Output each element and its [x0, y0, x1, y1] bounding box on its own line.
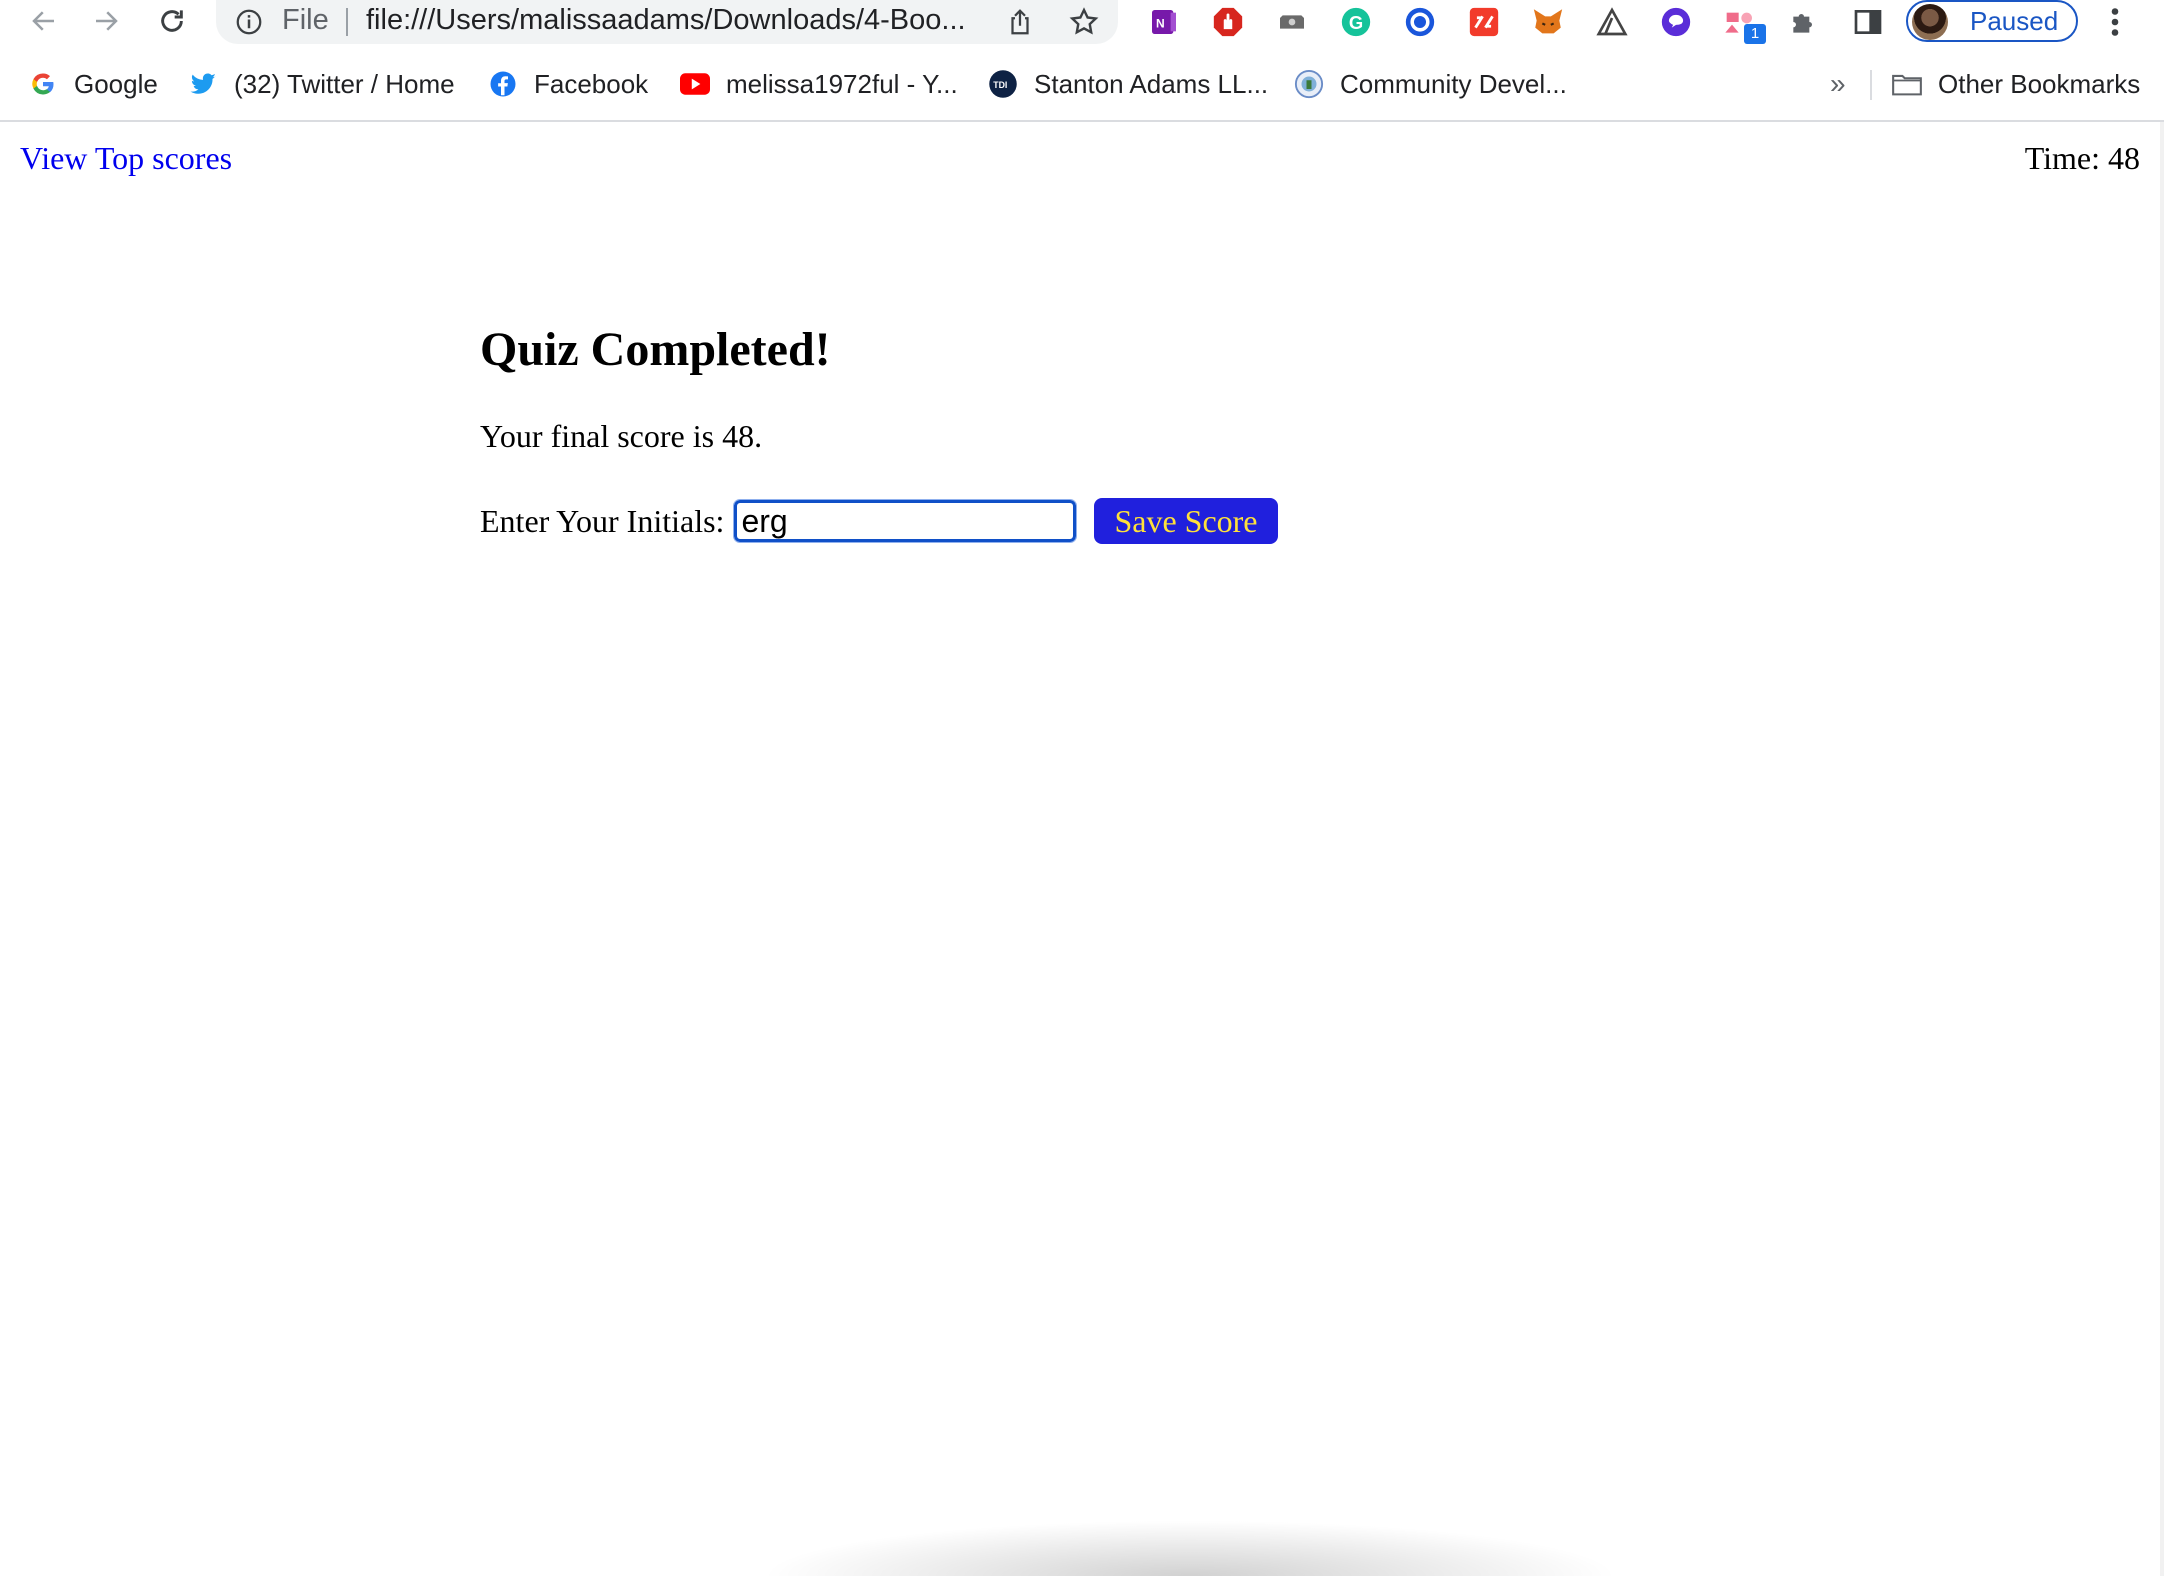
- profile-button[interactable]: Paused: [1906, 0, 2078, 42]
- circle-target-icon: [1405, 7, 1435, 37]
- save-score-form: Enter Your Initials: Save Score: [480, 498, 1278, 544]
- extension-pdf-sign[interactable]: [1464, 2, 1504, 42]
- back-button[interactable]: [22, 2, 66, 40]
- sidepanel-icon: [1854, 10, 1882, 34]
- svg-text:G: G: [1349, 12, 1363, 33]
- bookmark-label: Facebook: [534, 68, 649, 99]
- facebook-icon: [488, 69, 518, 99]
- more-menu-icon[interactable]: [2100, 4, 2130, 40]
- side-panel-button[interactable]: [1848, 2, 1888, 42]
- page-content: View Top scores Time: 48 Quiz Completed!…: [0, 122, 2160, 1576]
- extension-mountain[interactable]: [1592, 2, 1632, 42]
- grammarly-icon: G: [1341, 7, 1371, 37]
- reload-button[interactable]: [150, 2, 194, 40]
- pdf-sign-icon: [1469, 7, 1499, 37]
- extension-chat[interactable]: [1656, 2, 1696, 42]
- extension-onenote[interactable]: N: [1144, 2, 1184, 42]
- address-bar[interactable]: File file:///Users/malissaadams/Download…: [216, 0, 1118, 44]
- bookmarks-overflow-button[interactable]: »: [1830, 60, 1846, 108]
- arrow-right-icon: [96, 11, 118, 31]
- bookmark-label: melissa1972ful - Y...: [726, 68, 958, 99]
- adblock-icon: [1213, 7, 1243, 37]
- scheme-label: File: [282, 4, 329, 36]
- bookmark-facebook[interactable]: Facebook: [488, 60, 648, 108]
- browser-toolbar: File file:///Users/malissaadams/Download…: [0, 0, 2164, 48]
- tdi-icon: TDI: [988, 69, 1018, 99]
- star-icon: [1069, 7, 1099, 35]
- extensions-menu-button[interactable]: [1784, 2, 1824, 42]
- other-bookmarks-label: Other Bookmarks: [1938, 68, 2141, 99]
- bookmark-star-button[interactable]: [1066, 4, 1102, 40]
- profile-status: Paused: [1970, 6, 2059, 36]
- extension-badge: 1: [1744, 24, 1766, 44]
- final-score-text: Your final score is 48.: [480, 418, 763, 454]
- share-icon: [1011, 9, 1029, 35]
- svg-text:TDI: TDI: [993, 80, 1007, 90]
- window-shadow: [760, 1520, 1620, 1576]
- bookmark-twitter[interactable]: (32) Twitter / Home: [188, 60, 455, 108]
- bookmark-youtube[interactable]: melissa1972ful - Y...: [680, 60, 958, 108]
- share-button[interactable]: [1002, 4, 1038, 40]
- scrollbar-track[interactable]: [2160, 122, 2164, 1576]
- save-score-button[interactable]: Save Score: [1094, 498, 1278, 544]
- info-icon[interactable]: [234, 7, 264, 37]
- metamask-icon: [1533, 9, 1563, 34]
- forward-button[interactable]: [84, 2, 128, 40]
- extension-shapes[interactable]: 1: [1720, 2, 1766, 44]
- bookmark-label: Stanton Adams LL...: [1034, 68, 1269, 99]
- svg-text:N: N: [1156, 16, 1165, 30]
- reload-icon: [161, 10, 183, 32]
- arrow-left-icon: [32, 11, 54, 31]
- bookmark-google[interactable]: Google: [28, 60, 158, 108]
- bookmark-stanton-adams[interactable]: TDI Stanton Adams LL...: [988, 60, 1268, 108]
- extension-grammarly[interactable]: G: [1336, 2, 1376, 42]
- seal-icon: [1294, 69, 1324, 99]
- bookmark-community-devel[interactable]: Community Devel...: [1294, 60, 1567, 108]
- timer-display: Time: 48: [2024, 140, 2140, 176]
- bookmark-label: (32) Twitter / Home: [234, 68, 455, 99]
- google-icon: [28, 69, 58, 99]
- initials-input[interactable]: [733, 499, 1078, 543]
- youtube-icon: [680, 69, 710, 99]
- chat-bubble-icon: [1661, 7, 1691, 37]
- omnibox-divider: [346, 8, 348, 36]
- bookmark-label: Google: [74, 68, 158, 99]
- initials-label: Enter Your Initials:: [480, 502, 725, 539]
- avatar: [1912, 4, 1948, 40]
- page-title: Quiz Completed!: [480, 323, 831, 376]
- extension-camera[interactable]: [1272, 2, 1312, 42]
- extension-adblock[interactable]: [1208, 2, 1248, 42]
- mountain-icon: [1596, 7, 1628, 36]
- twitter-icon: [188, 69, 218, 99]
- extension-target[interactable]: [1400, 2, 1440, 42]
- onenote-icon: N: [1152, 10, 1176, 34]
- other-bookmarks-folder[interactable]: Other Bookmarks: [1892, 60, 2140, 108]
- puzzle-icon: [1793, 14, 1812, 33]
- camera-icon: [1280, 15, 1304, 29]
- bookmark-label: Community Devel...: [1340, 68, 1567, 99]
- extension-metamask[interactable]: [1528, 2, 1568, 42]
- folder-icon: [1892, 69, 1922, 99]
- bookmarks-divider: [1870, 70, 1872, 100]
- view-top-scores-link[interactable]: View Top scores: [20, 140, 232, 177]
